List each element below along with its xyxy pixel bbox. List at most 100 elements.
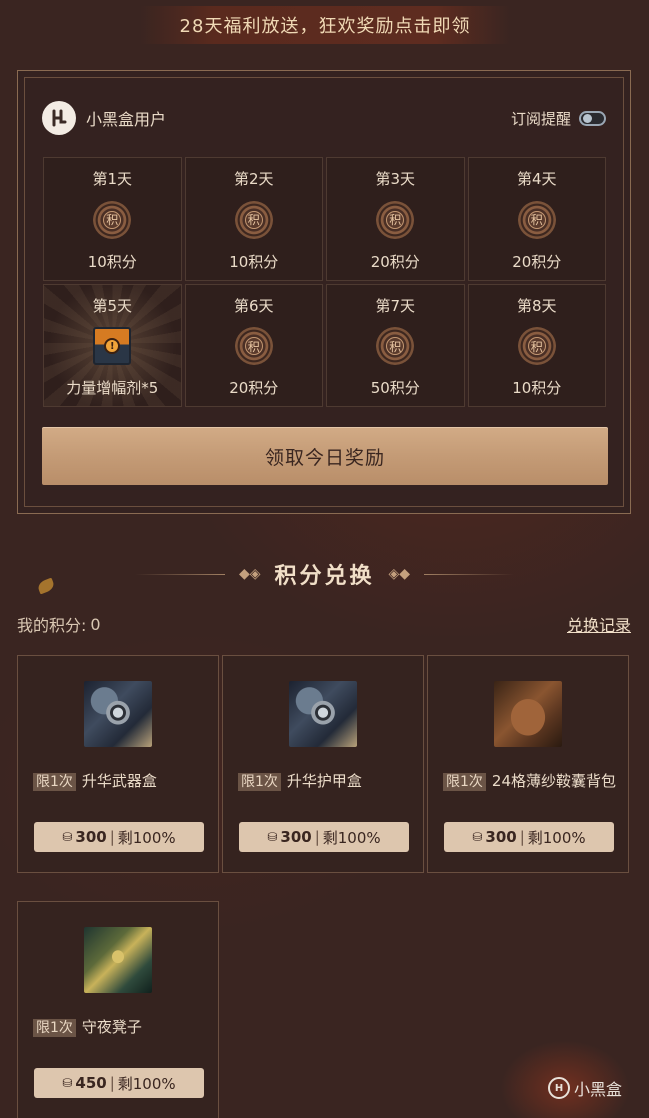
limit-badge: 限1次 [238, 773, 281, 791]
claim-today-button[interactable]: 领取今日奖励 [42, 427, 608, 485]
day-reward: 20积分 [229, 379, 279, 397]
product-name-wrap: 限1次 24格薄纱鞍囊背包 [443, 770, 616, 792]
exchange-section-title: ◆◈ 积分兑换 ◈◆ [0, 556, 649, 592]
armor-box-image [289, 681, 357, 747]
day-cell-4[interactable]: 第4天 积 20积分 [467, 157, 606, 281]
limit-badge: 限1次 [443, 773, 486, 791]
coin-char: 积 [244, 210, 263, 229]
day-title: 第7天 [375, 296, 416, 315]
product-name: 守夜凳子 [81, 1018, 142, 1036]
price-separator: | [109, 1074, 115, 1092]
toggle-knob [583, 113, 592, 123]
day-title: 第3天 [375, 170, 416, 188]
day-title: 第1天 [92, 170, 133, 188]
product-price: 450 [75, 1074, 107, 1092]
limit-badge: 限1次 [33, 773, 76, 791]
product-card[interactable]: 限1次 24格薄纱鞍囊背包 ⛁ 300 | 剩100% [427, 655, 629, 873]
product-price: 300 [280, 828, 312, 846]
exchange-history-link[interactable]: 兑换记录 [567, 612, 631, 636]
day-reward: 50积分 [370, 379, 420, 397]
day-reward: 20积分 [512, 252, 562, 271]
redeem-button[interactable]: ⛁ 300 | 剩100% [239, 822, 409, 852]
coin-char: 积 [103, 210, 122, 229]
product-name: 升华护甲盒 [286, 772, 362, 790]
diamond-deco-icon: ◆◈ [238, 566, 261, 582]
day-title: 第2天 [233, 170, 274, 188]
day-reward: 10积分 [512, 379, 562, 397]
coins-icon: ⛁ [267, 830, 278, 844]
day-reward: 20积分 [370, 252, 420, 271]
points-coin-icon: 积 [234, 200, 273, 239]
potion-mark: ! [104, 338, 121, 355]
signin-card: 小黑盒用户 订阅提醒 第1天 积 10积分 第2天 积 10积分 第3天 积 2… [17, 70, 631, 514]
redeem-button[interactable]: ⛁ 300 | 剩100% [34, 822, 204, 852]
points-coin-icon: 积 [93, 200, 132, 239]
day-cell-3[interactable]: 第3天 积 20积分 [326, 157, 465, 281]
day-title: 第6天 [233, 296, 274, 315]
day-cell-7[interactable]: 第7天 积 50积分 [326, 283, 465, 407]
product-remaining: 剩100% [527, 828, 586, 847]
coin-char: 积 [527, 337, 546, 356]
coin-char: 积 [244, 337, 263, 356]
redeem-button[interactable]: ⛁ 450 | 剩100% [34, 1068, 204, 1098]
price-separator: | [314, 828, 320, 846]
day-reward: 力量增幅剂*5 [66, 379, 159, 397]
price-separator: | [109, 828, 115, 846]
day-cell-8[interactable]: 第8天 积 10积分 [467, 283, 606, 407]
promo-banner[interactable]: 28天福利放送，狂欢奖励点击即领 [140, 6, 510, 44]
product-remaining: 剩100% [322, 828, 381, 847]
subscribe-reminder: 订阅提醒 [511, 108, 606, 129]
product-name-wrap: 限1次 升华护甲盒 [238, 770, 411, 792]
coins-icon: ⛁ [472, 830, 483, 844]
my-points-label: 我的积分: [17, 616, 87, 635]
heybox-watermark: H 小黑盒 [548, 1076, 622, 1100]
points-coin-icon: 积 [517, 200, 556, 239]
exchange-title: 积分兑换 [274, 564, 375, 589]
title-deco-line-right [424, 573, 515, 575]
product-name-wrap: 限1次 守夜凳子 [33, 1016, 206, 1038]
product-remaining: 剩100% [117, 828, 176, 847]
redeem-button[interactable]: ⛁ 300 | 剩100% [444, 822, 614, 852]
coin-char: 积 [527, 210, 546, 229]
product-name-wrap: 限1次 升华武器盒 [33, 770, 206, 792]
username: 小黑盒用户 [86, 110, 167, 129]
product-card[interactable]: 限1次 升华武器盒 ⛁ 300 | 剩100% [17, 655, 219, 873]
signin-card-header: 小黑盒用户 订阅提醒 [42, 101, 606, 135]
product-card[interactable]: 限1次 守夜凳子 ⛁ 450 | 剩100% [17, 901, 219, 1118]
subscribe-toggle[interactable] [579, 110, 606, 126]
diamond-deco-icon: ◈◆ [388, 566, 411, 582]
product-name: 升华武器盒 [81, 772, 157, 790]
day-reward: 10积分 [87, 252, 137, 271]
points-coin-icon: 积 [234, 327, 273, 366]
saddlebag-image [494, 681, 562, 747]
day-cell-2[interactable]: 第2天 积 10积分 [184, 157, 323, 281]
points-coin-icon: 积 [376, 200, 415, 239]
stool-image [84, 927, 152, 993]
coin-char: 积 [386, 210, 405, 229]
coins-icon: ⛁ [62, 1076, 73, 1090]
points-coin-icon: 积 [517, 327, 556, 366]
price-separator: | [519, 828, 525, 846]
title-deco-line-left [134, 573, 225, 575]
heybox-watermark-icon: H [548, 1077, 570, 1099]
product-remaining: 剩100% [117, 1074, 176, 1093]
day-cell-5[interactable]: 第5天 ! 力量增幅剂*5 [43, 283, 182, 407]
coin-char: 积 [386, 337, 405, 356]
day-cell-6[interactable]: 第6天 积 20积分 [184, 283, 323, 407]
day-cell-1[interactable]: 第1天 积 10积分 [43, 157, 182, 281]
product-price: 300 [75, 828, 107, 846]
day-title: 第8天 [516, 296, 557, 315]
day-title: 第5天 [92, 296, 133, 315]
points-coin-icon: 积 [376, 327, 415, 366]
product-name: 24格薄纱鞍囊背包 [491, 772, 617, 790]
daily-reward-grid: 第1天 积 10积分 第2天 积 10积分 第3天 积 20积分 第4天 积 2… [43, 157, 606, 407]
coins-icon: ⛁ [62, 830, 73, 844]
subscribe-label: 订阅提醒 [510, 109, 571, 128]
product-price: 300 [485, 828, 517, 846]
product-card[interactable]: 限1次 升华护甲盒 ⛁ 300 | 剩100% [222, 655, 424, 873]
day-title: 第4天 [516, 170, 557, 188]
day-reward: 10积分 [229, 252, 279, 271]
limit-badge: 限1次 [33, 1019, 76, 1037]
promo-banner-text: 28天福利放送，狂欢奖励点击即领 [179, 16, 471, 37]
weapon-box-image [84, 681, 152, 747]
